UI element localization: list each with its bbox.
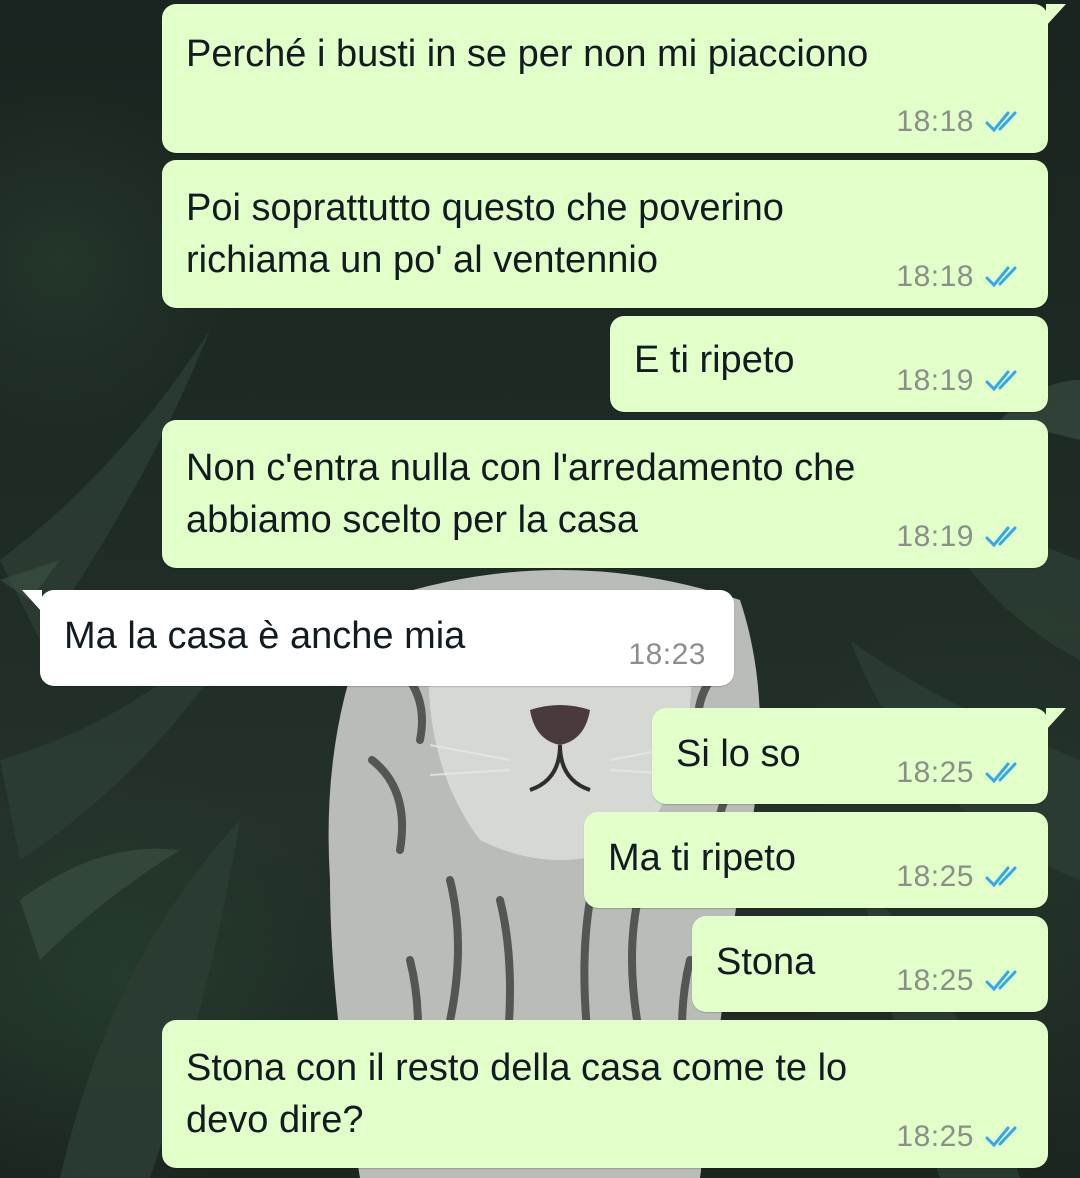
message-text: Poi soprattutto questo che poverino rich… (186, 187, 784, 281)
double-check-read-icon (985, 866, 1017, 888)
bubble-tail (1046, 4, 1066, 26)
double-check-read-icon (985, 266, 1017, 288)
message-time: 18:25 (896, 756, 974, 789)
message-meta: 18:19 (896, 364, 1024, 398)
message-time: 18:25 (896, 1120, 974, 1153)
double-check-read-icon (985, 370, 1017, 392)
message-time: 18:18 (896, 105, 974, 138)
message-text: Si lo so (676, 733, 801, 775)
message-time: 18:23 (628, 638, 706, 671)
message-meta: 18:25 (896, 860, 1024, 894)
outgoing-message[interactable]: Ma ti ripeto 18:25 (584, 812, 1048, 908)
message-meta: 18:19 (896, 520, 1024, 554)
outgoing-message[interactable]: Stona 18:25 (692, 916, 1048, 1012)
bubble-tail (22, 590, 42, 612)
message-text: Stona (716, 941, 816, 983)
message-text: E ti ripeto (634, 339, 795, 381)
message-meta: 18:25 (896, 756, 1024, 790)
message-meta: 18:25 (896, 964, 1024, 998)
double-check-read-icon (985, 1126, 1017, 1148)
message-meta: 18:18 (896, 260, 1024, 294)
double-check-read-icon (985, 762, 1017, 784)
message-meta: 18:25 (896, 1120, 1024, 1154)
message-text: Ma ti ripeto (608, 837, 796, 879)
outgoing-message[interactable]: Stona con il resto della casa come te lo… (162, 1020, 1048, 1168)
message-time: 18:25 (896, 860, 974, 893)
double-check-read-icon (985, 970, 1017, 992)
message-time: 18:18 (896, 260, 974, 293)
message-meta: 18:18 (896, 105, 1024, 139)
message-time: 18:25 (896, 964, 974, 997)
message-text: Non c'entra nulla con l'arredamento che … (186, 447, 856, 541)
double-check-read-icon (985, 526, 1017, 548)
message-meta: 18:23 (628, 638, 706, 672)
outgoing-message[interactable]: Non c'entra nulla con l'arredamento che … (162, 420, 1048, 568)
outgoing-message[interactable]: Poi soprattutto questo che poverino rich… (162, 160, 1048, 308)
outgoing-message[interactable]: E ti ripeto 18:19 (610, 316, 1048, 412)
message-time: 18:19 (896, 364, 974, 397)
double-check-read-icon (985, 111, 1017, 133)
outgoing-message[interactable]: Si lo so 18:25 (652, 708, 1066, 804)
message-text: Perché i busti in se per non mi piaccion… (186, 33, 869, 75)
message-text: Stona con il resto della casa come te lo… (186, 1047, 848, 1141)
bubble-tail (1046, 708, 1066, 730)
incoming-message[interactable]: Ma la casa è anche mia 18:23 (22, 590, 734, 686)
message-text: Ma la casa è anche mia (64, 615, 466, 657)
message-time: 18:19 (896, 520, 974, 553)
outgoing-message[interactable]: Perché i busti in se per non mi piaccion… (162, 4, 1066, 153)
